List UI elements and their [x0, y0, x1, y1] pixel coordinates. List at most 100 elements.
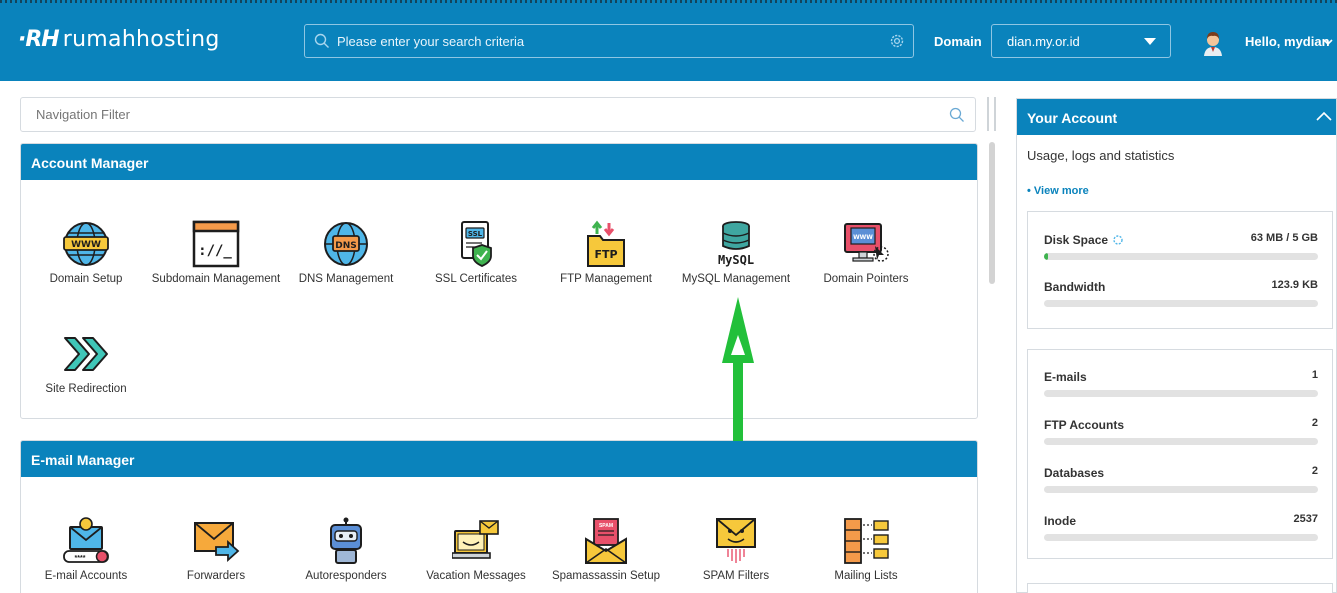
databases-value: 2 — [1311, 465, 1318, 477]
refresh-spinner-icon — [1113, 235, 1123, 245]
ssl-certificates-link[interactable]: SSL SSL Certificates — [411, 220, 541, 285]
inode-label: Inode — [1044, 514, 1076, 528]
email-manager-panel: E-mail Manager **** E-mail Accounts Forw… — [20, 440, 978, 593]
mailing-lists-label: Mailing Lists — [834, 570, 898, 582]
svg-text:MySQL: MySQL — [718, 253, 754, 267]
your-account-panel: Your Account Usage, logs and statistics … — [1016, 98, 1337, 593]
autoresponders-link[interactable]: Autoresponders — [281, 517, 411, 582]
svg-text:SPAM: SPAM — [599, 523, 613, 529]
domain-setup-label: Domain Setup — [49, 273, 123, 285]
disk-space-label: Disk Space — [1044, 233, 1109, 247]
svg-text:SSL: SSL — [468, 230, 483, 238]
svg-text:FTP: FTP — [594, 248, 617, 261]
databases-label: Databases — [1044, 466, 1105, 480]
disk-space-value: 63 MB / 5 GB — [1250, 232, 1318, 244]
navigation-filter-input[interactable]: Navigation Filter — [20, 97, 976, 132]
ssl-certificates-label: SSL Certificates — [434, 273, 518, 285]
svg-text:WWW: WWW — [853, 234, 873, 241]
email-accounts-link[interactable]: **** E-mail Accounts — [21, 517, 151, 582]
forwarders-label: Forwarders — [186, 570, 246, 582]
user-avatar[interactable] — [1199, 28, 1227, 56]
spam-filters-label: SPAM Filters — [702, 570, 770, 582]
domain-pointer-icon: WWW — [844, 223, 889, 262]
forward-envelope-icon — [194, 522, 240, 563]
inode-stat: Inode 2537 — [1044, 512, 1318, 541]
mysql-database-icon: MySQL — [718, 221, 754, 267]
count-stats-box: E-mails 1 FTP Accounts 2 Databases 2 Ino… — [1027, 349, 1333, 559]
logo-text: rumahhosting — [62, 27, 220, 52]
scrollbar-thumb[interactable] — [989, 142, 995, 284]
vacation-messages-label: Vacation Messages — [426, 570, 526, 582]
emails-value: 1 — [1311, 369, 1318, 381]
inode-value: 2537 — [1293, 513, 1318, 525]
bandwidth-value: 123.9 KB — [1271, 279, 1318, 291]
svg-text:****: **** — [75, 555, 86, 562]
mailing-lists-link[interactable]: Mailing Lists — [801, 517, 931, 582]
chevron-down-icon — [1144, 37, 1156, 45]
column-resize-handle[interactable] — [987, 97, 996, 131]
mysql-management-label: MySQL Management — [681, 273, 791, 285]
logo-mark: ·RH — [18, 27, 60, 52]
domain-setup-link[interactable]: WWW Domain Setup — [21, 220, 151, 285]
global-search-input[interactable]: Please enter your search criteria — [304, 24, 914, 58]
arrow-up-icon — [722, 297, 754, 441]
site-redirection-label: Site Redirection — [45, 383, 127, 395]
top-edge-strip — [0, 0, 1337, 3]
mysql-management-link[interactable]: MySQL MySQL Management — [671, 220, 801, 285]
disk-space-bar — [1044, 253, 1318, 260]
dns-management-link[interactable]: DNS DNS Management — [281, 220, 411, 285]
vacation-laptop-icon — [452, 520, 499, 559]
ftp-management-label: FTP Management — [560, 273, 652, 285]
your-account-header[interactable]: Your Account — [1017, 99, 1336, 135]
robot-icon — [330, 517, 362, 564]
view-more-link[interactable]: • View more — [1027, 185, 1089, 197]
usage-stats-box: Disk Space 63 MB / 5 GB Bandwidth 123.9 … — [1027, 211, 1333, 329]
account-manager-panel: Account Manager WWW Domain Setup ://_ Su… — [20, 143, 978, 419]
inode-bar — [1044, 534, 1318, 541]
emails-stat: E-mails 1 — [1044, 368, 1318, 397]
usage-subtitle: Usage, logs and statistics — [1027, 148, 1175, 163]
chevron-down-icon[interactable] — [1323, 38, 1333, 46]
chevron-up-icon[interactable] — [1316, 111, 1332, 121]
ftp-management-link[interactable]: FTP FTP Management — [541, 220, 671, 285]
email-manager-title: E-mail Manager — [21, 441, 977, 477]
user-greeting[interactable]: Hello, mydian — [1245, 34, 1330, 49]
forwarders-link[interactable]: Forwarders — [151, 517, 281, 582]
bandwidth-label: Bandwidth — [1044, 280, 1106, 294]
svg-text:WWW: WWW — [71, 240, 101, 250]
ftp-accounts-label: FTP Accounts — [1044, 418, 1125, 432]
autoresponders-label: Autoresponders — [305, 570, 387, 582]
ftp-folder-icon: FTP — [587, 220, 625, 267]
search-placeholder: Please enter your search criteria — [337, 33, 525, 49]
additional-stats-box — [1027, 583, 1333, 593]
gear-icon[interactable] — [889, 33, 905, 49]
ftp-accounts-value: 2 — [1311, 417, 1318, 429]
top-header: ·RH rumahhosting Please enter your searc… — [0, 0, 1337, 81]
site-redirection-link[interactable]: Site Redirection — [21, 330, 151, 395]
dns-globe-icon: DNS — [324, 222, 368, 266]
redirect-arrows-icon — [64, 337, 108, 371]
spam-filter-icon — [716, 518, 756, 563]
svg-text:DNS: DNS — [335, 241, 357, 251]
domain-label: Domain — [934, 34, 982, 49]
disk-space-bar-fill — [1044, 253, 1049, 260]
spamassassin-setup-link[interactable]: SPAM Spamassassin Setup — [541, 517, 671, 582]
vacation-messages-link[interactable]: Vacation Messages — [411, 517, 541, 582]
databases-stat: Databases 2 — [1044, 464, 1318, 493]
domain-select[interactable]: dian.my.or.id — [991, 24, 1171, 58]
databases-bar — [1044, 486, 1318, 493]
terminal-window-icon: ://_ — [192, 220, 240, 268]
search-icon — [949, 107, 964, 122]
spam-filters-link[interactable]: SPAM Filters — [671, 517, 801, 582]
domain-pointers-link[interactable]: WWW Domain Pointers — [801, 220, 931, 285]
ssl-certificate-icon: SSL — [461, 221, 492, 267]
account-manager-title: Account Manager — [21, 144, 977, 180]
search-icon — [314, 33, 329, 48]
emails-bar — [1044, 390, 1318, 397]
emails-label: E-mails — [1044, 370, 1087, 384]
rumahhosting-logo[interactable]: ·RH rumahhosting — [18, 27, 220, 52]
subdomain-management-link[interactable]: ://_ Subdomain Management — [151, 220, 281, 285]
spamassassin-setup-label: Spamassassin Setup — [551, 570, 661, 582]
dns-management-label: DNS Management — [298, 273, 394, 285]
spam-envelope-icon: SPAM — [585, 518, 627, 564]
